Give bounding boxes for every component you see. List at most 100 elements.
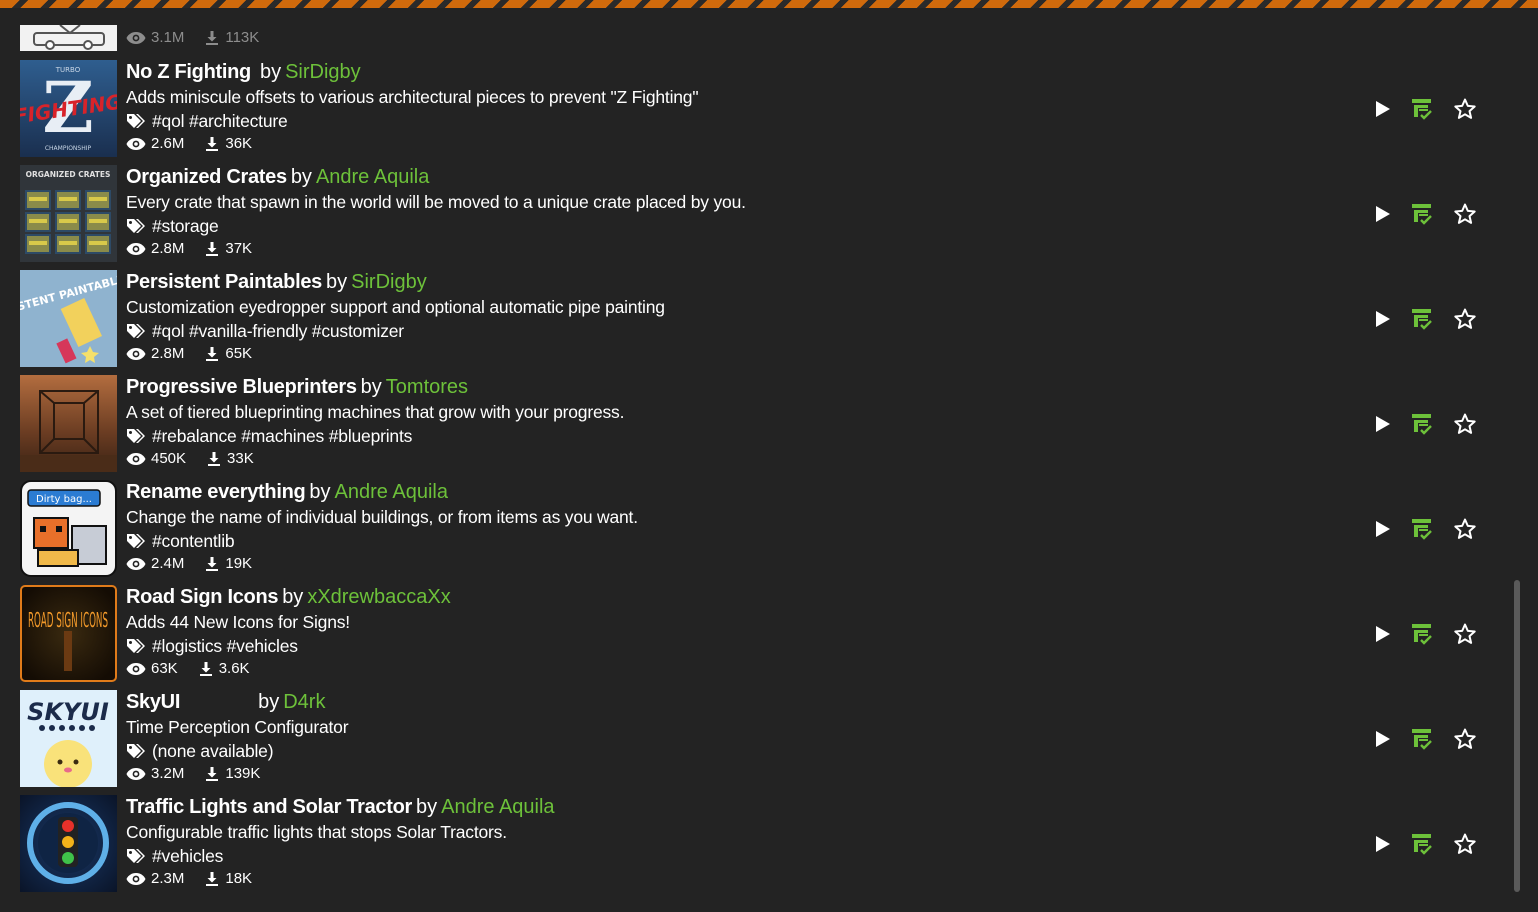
mod-row[interactable]: PERSISTENT PAINTABLES Persistent Paintab… [20,270,1500,375]
play-icon[interactable] [1370,727,1394,751]
mod-title[interactable]: Rename everything [126,481,306,503]
play-icon[interactable] [1370,307,1394,331]
mod-row[interactable]: Progressive Blueprinters by Tomtores A set… [20,375,1500,480]
views-count: 63K [151,660,178,677]
play-icon[interactable] [1370,622,1394,646]
mod-tags: #contentlib [126,529,1300,553]
mod-description: Configurable traffic lights that stops S… [126,822,507,842]
mod-tags: #storage [126,214,1300,238]
library-add-icon[interactable] [1410,97,1434,121]
mod-title[interactable]: No Z Fighting [126,61,251,83]
by-label: by [309,481,331,503]
mod-row[interactable]: SKYUI SkyUI by D4rk Time Perception Config… [20,690,1500,795]
mod-tag-list: #contentlib [152,531,235,551]
eye-icon [126,768,146,780]
eye-icon [126,32,146,44]
by-label: by [259,61,282,83]
mod-row[interactable]: TURBO Z FIGHTING CHAMPIONSHIP No Z Fight… [20,60,1500,165]
scrollbar-thumb[interactable] [1514,580,1520,892]
mod-title[interactable]: Progressive Blueprinters [126,376,357,398]
downloads-stat: 37K [204,238,252,260]
download-icon [206,347,219,361]
tag-icon [127,428,145,443]
star-icon[interactable] [1453,307,1477,331]
mod-author[interactable]: Tomtores [386,376,468,398]
hazard-stripe-banner [0,0,1538,8]
mod-thumbnail: Dirty bag... [20,480,117,577]
mod-tag-list: #vehicles [152,846,224,866]
mod-title-line: SkyUI by D4rk [126,690,1300,715]
mod-title[interactable]: Organized Crates [126,166,287,188]
mod-tags: #qol #architecture [126,109,1300,133]
play-icon[interactable] [1370,412,1394,436]
play-icon[interactable] [1370,832,1394,856]
by-label: by [290,166,312,188]
mod-thumbnail: SKYUI [20,690,117,787]
thumb-text: ROAD SIGN ICONS [28,608,108,632]
download-icon [206,872,219,886]
mod-author[interactable]: SirDigby [285,61,361,83]
mod-row[interactable]: Traffic Lights and Solar Tractor by Andre … [20,795,1500,900]
star-icon[interactable] [1453,97,1477,121]
mod-row[interactable]: ORGANIZED CRATES Organized Crates by Andre… [20,165,1500,270]
mod-title[interactable]: Road Sign Icons [126,586,278,608]
mod-row-partial[interactable]: 3.1M 113K [20,25,1500,60]
tag-icon [127,848,145,863]
play-icon[interactable] [1370,517,1394,541]
star-icon[interactable] [1453,202,1477,226]
mod-title[interactable]: Traffic Lights and Solar Tractor [126,796,412,818]
library-add-icon[interactable] [1410,727,1434,751]
mod-description: Change the name of individual buildings,… [126,507,638,527]
mod-thumbnail: ORGANIZED CRATES [20,165,117,262]
mod-tags: #rebalance #machines #blueprints [126,424,1300,448]
mod-title[interactable]: SkyUI [126,691,180,713]
library-add-icon[interactable] [1410,202,1434,226]
mod-stats: 450K 33K [126,448,1300,470]
star-icon[interactable] [1453,727,1477,751]
mod-stats: 3.1M 113K [126,27,1300,49]
star-icon[interactable] [1453,412,1477,436]
download-icon [206,767,219,781]
mod-stats: 2.4M 19K [126,553,1300,575]
library-add-icon[interactable] [1410,622,1434,646]
star-icon[interactable] [1453,832,1477,856]
downloads-count: 139K [225,765,261,782]
mod-row[interactable]: Dirty bag... Rename everything by Andre Aq… [20,480,1500,585]
star-icon[interactable] [1453,622,1477,646]
mod-list: 3.1M 113K TURBO Z FIGHTING CHAMPIONSHIP [20,25,1500,900]
play-icon[interactable] [1370,202,1394,226]
downloads-stat: 33K [206,448,254,470]
mod-tags: #logistics #vehicles [126,634,1300,658]
library-add-icon[interactable] [1410,412,1434,436]
mod-tags: #qol #vanilla-friendly #customizer [126,319,1300,343]
by-label: by [282,586,304,608]
mod-author[interactable]: D4rk [283,691,325,713]
mod-stats: 2.8M 37K [126,238,1300,260]
views-stat: 63K [126,658,178,680]
views-stat: 2.8M [126,238,184,260]
views-count: 2.8M [151,345,185,362]
mod-thumbnail: PERSISTENT PAINTABLES [20,270,117,367]
thumb-text: SKYUI [27,698,109,726]
play-icon[interactable] [1370,97,1394,121]
views-count: 3.1M [151,29,185,46]
mod-author[interactable]: SirDigby [351,271,427,293]
mod-title[interactable]: Persistent Paintables [126,271,322,293]
library-add-icon[interactable] [1410,307,1434,331]
mod-row[interactable]: ROAD SIGN ICONS Road Sign Icons by xXdrewb… [20,585,1500,690]
mod-author[interactable]: xXdrewbaccaXx [307,586,450,608]
eye-icon [126,873,146,885]
views-stat: 3.1M [126,27,184,49]
downloads-stat: 65K [204,343,252,365]
eye-icon [126,348,146,360]
mod-author[interactable]: Andre Aquila [441,796,554,818]
library-add-icon[interactable] [1410,517,1434,541]
thumb-text: ORGANIZED CRATES [26,170,111,179]
mod-title-line: Organized Crates by Andre Aquila [126,165,1300,190]
star-icon[interactable] [1453,517,1477,541]
tag-icon [127,218,145,233]
mod-author[interactable]: Andre Aquila [335,481,448,503]
mod-info: Persistent Paintables by SirDigby Customiz… [126,270,1300,365]
mod-author[interactable]: Andre Aquila [316,166,429,188]
library-add-icon[interactable] [1410,832,1434,856]
